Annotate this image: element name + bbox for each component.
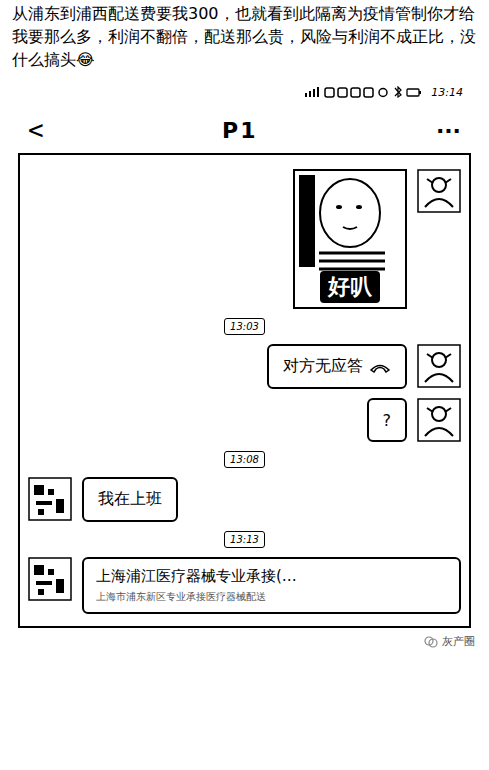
- back-button[interactable]: <: [28, 115, 44, 145]
- sticker[interactable]: 好叭: [293, 169, 407, 309]
- message-row: 好叭: [28, 169, 461, 309]
- status-time: 13:14: [431, 86, 463, 99]
- avatar-icon[interactable]: [28, 557, 72, 601]
- avatar-icon[interactable]: [417, 344, 461, 388]
- message-text: 对方无应答: [283, 356, 363, 377]
- time-divider: 13:13: [28, 531, 461, 548]
- article-caption: 从浦东到浦西配送费要我300，也就看到此隔离为疫情管制你才给我要那么多，利润不翻…: [0, 0, 489, 71]
- more-button[interactable]: ···: [436, 118, 461, 143]
- chat-header: < P1 ···: [18, 107, 471, 153]
- sticker-caption: 好叭: [320, 271, 380, 303]
- message-row: ?: [28, 398, 461, 442]
- chat-title: P1: [222, 118, 257, 143]
- chat-area: 好叭 13:03 对方无应答 ? 13:08 我在上班 13:13 上海浦江医疗器…: [18, 153, 471, 628]
- status-icons-icon: [303, 86, 423, 98]
- status-bar: 13:14: [18, 77, 471, 107]
- watermark-text: 灰产圈: [442, 634, 475, 649]
- message-bubble[interactable]: 对方无应答: [267, 344, 407, 389]
- phone-call-icon: [369, 361, 391, 373]
- article-page: 从浦东到浦西配送费要我300，也就看到此隔离为疫情管制你才给我要那么多，利润不翻…: [0, 0, 489, 770]
- card-subtitle: 上海市浦东新区专业承接医疗器械配送: [96, 590, 447, 604]
- card-title: 上海浦江医疗器械专业承接(…: [96, 567, 447, 586]
- time-label: 13:03: [224, 318, 265, 335]
- watermark: 灰产圈: [0, 628, 489, 655]
- message-bubble[interactable]: ?: [367, 398, 408, 442]
- avatar-icon[interactable]: [417, 169, 461, 213]
- message-row: 我在上班: [28, 477, 461, 522]
- time-label: 13:08: [224, 451, 265, 468]
- message-row: 上海浦江医疗器械专业承接(… 上海市浦东新区专业承接医疗器械配送: [28, 557, 461, 614]
- bald-face-icon: [295, 171, 405, 271]
- time-divider: 13:03: [28, 318, 461, 335]
- message-row: 对方无应答: [28, 344, 461, 389]
- message-text: 我在上班: [98, 489, 162, 510]
- phone-screenshot: 13:14 < P1 ··· 好叭 13:03 对方无应答 ? 13:08 我在上…: [18, 77, 471, 628]
- message-text: ?: [383, 411, 392, 430]
- time-divider: 13:08: [28, 451, 461, 468]
- message-bubble[interactable]: 我在上班: [82, 477, 178, 522]
- time-label: 13:13: [224, 531, 265, 548]
- avatar-icon[interactable]: [417, 398, 461, 442]
- wechat-icon: [424, 635, 438, 649]
- link-card[interactable]: 上海浦江医疗器械专业承接(… 上海市浦东新区专业承接医疗器械配送: [82, 557, 461, 614]
- avatar-icon[interactable]: [28, 477, 72, 521]
